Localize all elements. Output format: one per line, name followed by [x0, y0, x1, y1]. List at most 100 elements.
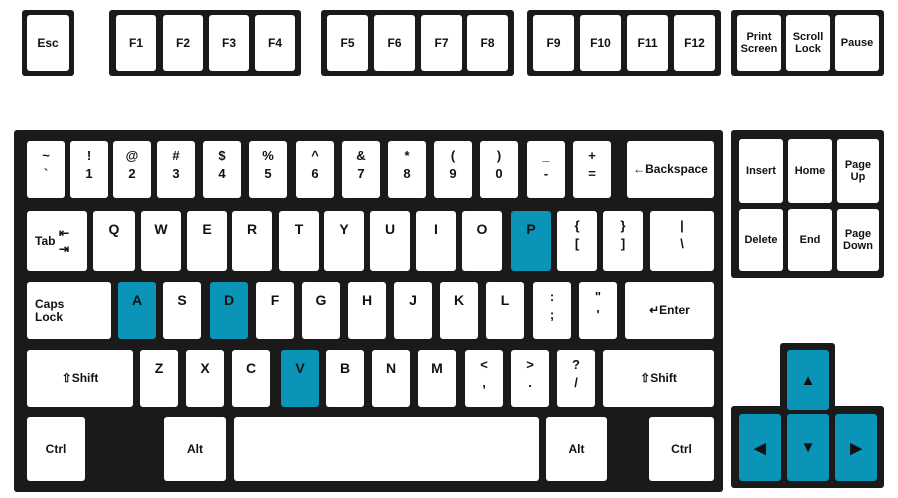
key-minus[interactable]: _ -: [527, 141, 565, 198]
key-label: 2: [128, 166, 136, 181]
arrow-right-icon: ▶: [850, 439, 862, 457]
key-space[interactable]: [234, 417, 539, 481]
key-scroll-lock[interactable]: Scroll Lock: [786, 15, 830, 71]
key-backslash[interactable]: | \: [650, 211, 714, 271]
key-v[interactable]: V: [281, 350, 319, 407]
key-label: Page Down: [843, 228, 873, 252]
key-label: F6: [387, 35, 402, 50]
key-arrow-left[interactable]: ◀: [739, 414, 781, 481]
key-9[interactable]: (9: [434, 141, 472, 198]
key-7[interactable]: & 7: [342, 141, 380, 198]
key-tab[interactable]: Tab ⇤ ⇥: [27, 211, 87, 271]
key-right-bracket[interactable]: }]: [603, 211, 643, 271]
key-f4[interactable]: F4: [255, 15, 295, 71]
key-arrow-down[interactable]: ▼: [787, 414, 829, 481]
key-slash[interactable]: ? /: [557, 350, 595, 407]
key-f9[interactable]: F9: [533, 15, 574, 71]
key-a[interactable]: A: [118, 282, 156, 339]
key-f3[interactable]: F3: [209, 15, 249, 71]
key-q[interactable]: Q: [93, 211, 135, 271]
key-delete[interactable]: Delete: [739, 209, 783, 271]
key-y[interactable]: Y: [324, 211, 364, 271]
key-i[interactable]: I: [416, 211, 456, 271]
key-quote[interactable]: " ': [579, 282, 617, 339]
key-shift-label: ~: [42, 148, 50, 163]
key-period[interactable]: >.: [511, 350, 549, 407]
key-e[interactable]: E: [187, 211, 227, 271]
key-arrow-right[interactable]: ▶: [835, 414, 877, 481]
key-end[interactable]: End: [788, 209, 832, 271]
key-b[interactable]: B: [326, 350, 364, 407]
key-label: -: [543, 166, 549, 181]
key-left-bracket[interactable]: {[: [557, 211, 597, 271]
key-k[interactable]: K: [440, 282, 478, 339]
key-s[interactable]: S: [163, 282, 201, 339]
key-home[interactable]: Home: [788, 139, 832, 203]
tab-arrows-icon: ⇤ ⇥: [59, 226, 70, 256]
key-l[interactable]: L: [486, 282, 524, 339]
key-m[interactable]: M: [418, 350, 456, 407]
key-insert[interactable]: Insert: [739, 139, 783, 203]
key-label: Page Up: [844, 159, 872, 183]
key-h[interactable]: H: [348, 282, 386, 339]
key-print-screen[interactable]: Print Screen: [737, 15, 781, 71]
key-c[interactable]: C: [232, 350, 270, 407]
key-arrow-up[interactable]: ▲: [787, 350, 829, 410]
key-o[interactable]: O: [462, 211, 502, 271]
key-f1[interactable]: F1: [116, 15, 156, 71]
key-label: F8: [480, 35, 495, 50]
key-page-up[interactable]: Page Up: [837, 139, 879, 203]
key-f12[interactable]: F12: [674, 15, 715, 71]
key-8[interactable]: * 8: [388, 141, 426, 198]
key-label: ↵Enter: [649, 303, 690, 317]
key-f11[interactable]: F11: [627, 15, 668, 71]
key-label: U: [384, 221, 396, 237]
key-u[interactable]: U: [370, 211, 410, 271]
key-esc[interactable]: Esc: [27, 15, 69, 71]
key-right-ctrl[interactable]: Ctrl: [649, 417, 714, 481]
key-f8[interactable]: F8: [467, 15, 508, 71]
key-right-alt[interactable]: Alt: [546, 417, 607, 481]
key-r[interactable]: R: [232, 211, 272, 271]
key-backspace[interactable]: ←Backspace: [627, 141, 714, 198]
key-2[interactable]: @2: [113, 141, 151, 198]
key-g[interactable]: G: [302, 282, 340, 339]
key-f[interactable]: F: [256, 282, 294, 339]
key-caps-lock[interactable]: Caps Lock: [27, 282, 111, 339]
key-x[interactable]: X: [186, 350, 224, 407]
key-semicolon[interactable]: :;: [533, 282, 571, 339]
key-label: X: [200, 360, 210, 376]
key-0[interactable]: ) 0: [480, 141, 518, 198]
key-pause[interactable]: Pause: [835, 15, 879, 71]
key-n[interactable]: N: [372, 350, 410, 407]
key-3[interactable]: #3: [157, 141, 195, 198]
key-d[interactable]: D: [210, 282, 248, 339]
key-5[interactable]: % 5: [249, 141, 287, 198]
key-t[interactable]: T: [279, 211, 319, 271]
key-shift-label: %: [262, 148, 274, 163]
key-equal[interactable]: + =: [573, 141, 611, 198]
key-f6[interactable]: F6: [374, 15, 415, 71]
key-6[interactable]: ^ 6: [296, 141, 334, 198]
key-page-down[interactable]: Page Down: [837, 209, 879, 271]
key-label: O: [476, 221, 488, 237]
key-f2[interactable]: F2: [163, 15, 203, 71]
key-left-shift[interactable]: ⇧Shift: [27, 350, 133, 407]
key-f7[interactable]: F7: [421, 15, 462, 71]
key-shift-label: @: [125, 148, 139, 163]
arrow-up-icon: ▲: [800, 371, 816, 389]
key-j[interactable]: J: [394, 282, 432, 339]
key-4[interactable]: $4: [203, 141, 241, 198]
key-z[interactable]: Z: [140, 350, 178, 407]
key-right-shift[interactable]: ⇧Shift: [603, 350, 714, 407]
key-f10[interactable]: F10: [580, 15, 621, 71]
key-comma[interactable]: <,: [465, 350, 503, 407]
key-left-alt[interactable]: Alt: [164, 417, 226, 481]
key-left-ctrl[interactable]: Ctrl: [27, 417, 85, 481]
key-backquote[interactable]: ~ `: [27, 141, 65, 198]
key-f5[interactable]: F5: [327, 15, 368, 71]
key-enter[interactable]: ↵Enter: [625, 282, 714, 339]
key-p[interactable]: P: [511, 211, 551, 271]
key-1[interactable]: ! 1: [70, 141, 108, 198]
key-w[interactable]: W: [141, 211, 181, 271]
